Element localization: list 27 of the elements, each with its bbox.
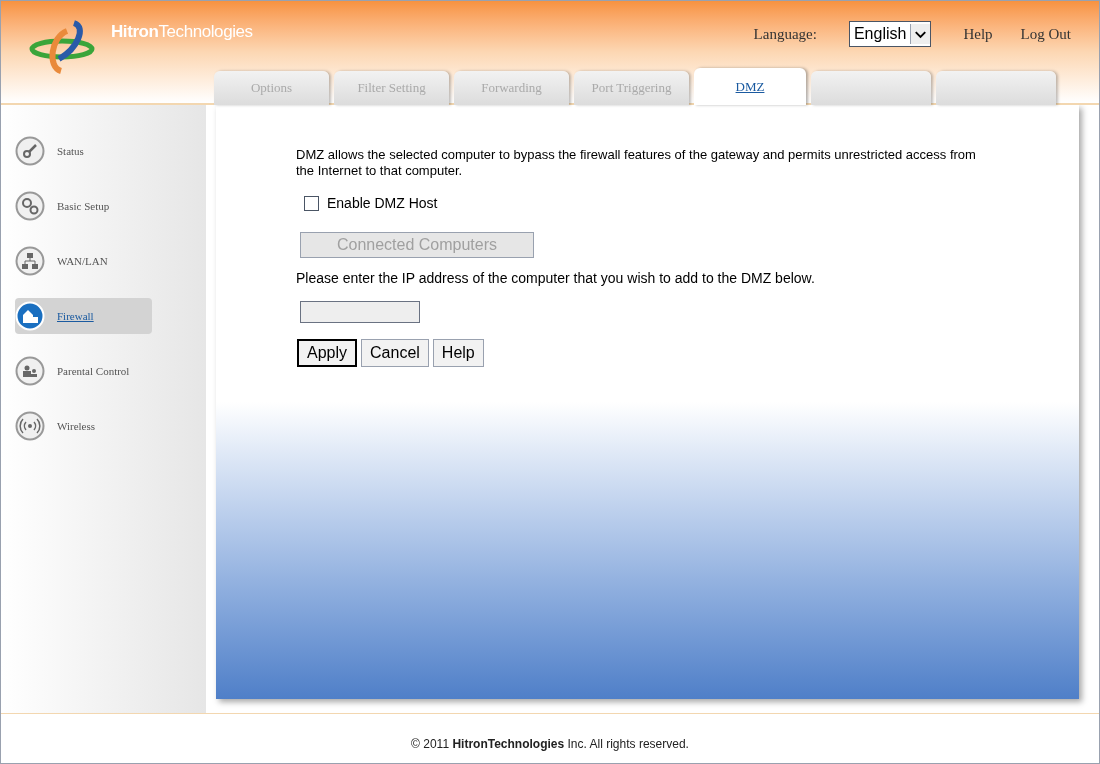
- sidebar-item[interactable]: Parental Control: [15, 353, 152, 389]
- form-button[interactable]: Apply: [297, 339, 358, 367]
- sidebar-item[interactable]: Wireless: [15, 408, 152, 444]
- network-icon: [15, 246, 45, 276]
- language-select[interactable]: English: [848, 21, 932, 47]
- tab[interactable]: DMZ: [694, 68, 806, 105]
- sidebar-item[interactable]: Basic Setup: [15, 188, 152, 224]
- enable-dmz-checkbox[interactable]: [304, 196, 319, 211]
- copyright-text: © 2011 HitronTechnologies Inc. All rights reserved.: [411, 736, 689, 753]
- house-icon: [15, 301, 45, 331]
- gears-icon: [15, 191, 45, 221]
- wireless-icon: [15, 411, 45, 441]
- enable-dmz-label: Enable DMZ Host: [327, 194, 438, 213]
- sidebar-item[interactable]: WAN/LAN: [15, 243, 152, 279]
- language-label: Language:: [753, 24, 817, 44]
- header-link[interactable]: Log Out: [1020, 22, 1071, 46]
- people-icon: [15, 356, 45, 386]
- form-button[interactable]: Cancel: [361, 339, 429, 367]
- sidebar-item[interactable]: Status: [15, 133, 152, 169]
- sidebar-item[interactable]: Firewall: [15, 298, 152, 334]
- caret-icon: [910, 24, 931, 44]
- header-link[interactable]: Help: [963, 22, 993, 46]
- ip-prompt: Please enter the IP address of the computer that you wish to add to the DMZ below.: [296, 269, 816, 288]
- logo-text: HitronTechnologies: [111, 21, 253, 43]
- form-button[interactable]: Help: [432, 339, 484, 367]
- description-text: DMZ allows the selected computer to bypass the firewall features of the gateway and permits unrestricted access from the Internet to that computer.: [296, 147, 977, 179]
- key-icon: [15, 136, 45, 166]
